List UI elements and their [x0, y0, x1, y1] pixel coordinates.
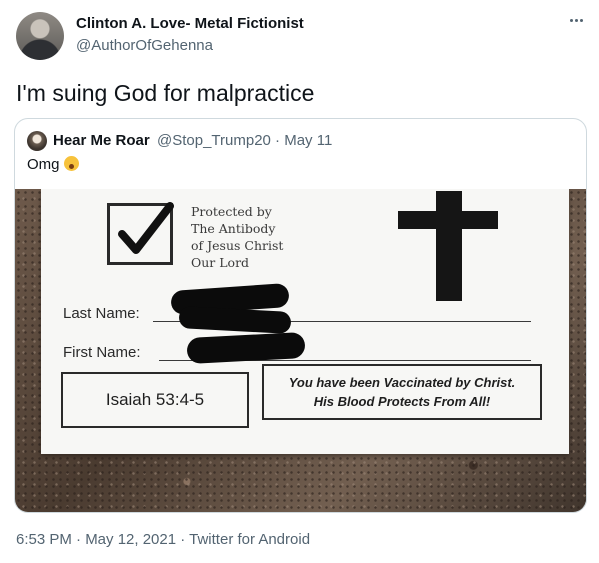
redaction-mark [178, 306, 292, 334]
author-avatar[interactable] [16, 12, 64, 60]
tweet-timestamp[interactable]: 6:53 PM · May 12, 2021 · Twitter for And… [16, 531, 310, 548]
quoted-tweet[interactable]: Hear Me Roar @Stop_Trump20 · May 11 Omg … [14, 118, 587, 513]
checkmark-icon [118, 202, 174, 254]
author-name[interactable]: Clinton A. Love- Metal Fictionist [76, 15, 304, 32]
quoted-author-name: Hear Me Roar [53, 132, 150, 149]
vaccination-card: Protected by The Antibody of Jesus Chris… [41, 189, 569, 454]
protected-line: of Jesus Christ [191, 238, 284, 253]
cross-icon-bar [398, 211, 498, 229]
protected-line: Protected by [191, 204, 272, 219]
quoted-author-meta: @Stop_Trump20 · May 11 [157, 132, 333, 149]
protected-line: The Antibody [191, 221, 276, 236]
verse-text: Isaiah 53:4-5 [105, 390, 205, 409]
message-box: You have been Vaccinated by Christ. His … [262, 364, 542, 420]
message-line: His Blood Protects From All! [313, 394, 491, 409]
more-options-icon[interactable] [564, 10, 588, 30]
tweet: Clinton A. Love- Metal Fictionist @Autho… [0, 0, 599, 563]
quoted-tweet-text: Omg [27, 156, 79, 173]
cross-icon [436, 191, 462, 301]
first-name-label: First Name: [63, 344, 141, 361]
quoted-author-avatar [27, 131, 47, 151]
checkbox-icon [107, 202, 174, 265]
exploding-head-icon [63, 156, 79, 171]
quoted-photo[interactable]: Protected by The Antibody of Jesus Chris… [15, 189, 586, 512]
quoted-text-content: Omg [27, 156, 60, 173]
tweet-text: I'm suing God for malpractice [16, 80, 315, 106]
protected-line: Our Lord [191, 255, 250, 270]
message-line: You have been Vaccinated by Christ. [288, 375, 516, 390]
verse-box: Isaiah 53:4-5 [61, 372, 249, 428]
last-name-label: Last Name: [63, 305, 140, 322]
protected-text: Protected by The Antibody of Jesus Chris… [191, 203, 283, 271]
author-handle[interactable]: @AuthorOfGehenna [76, 37, 213, 54]
